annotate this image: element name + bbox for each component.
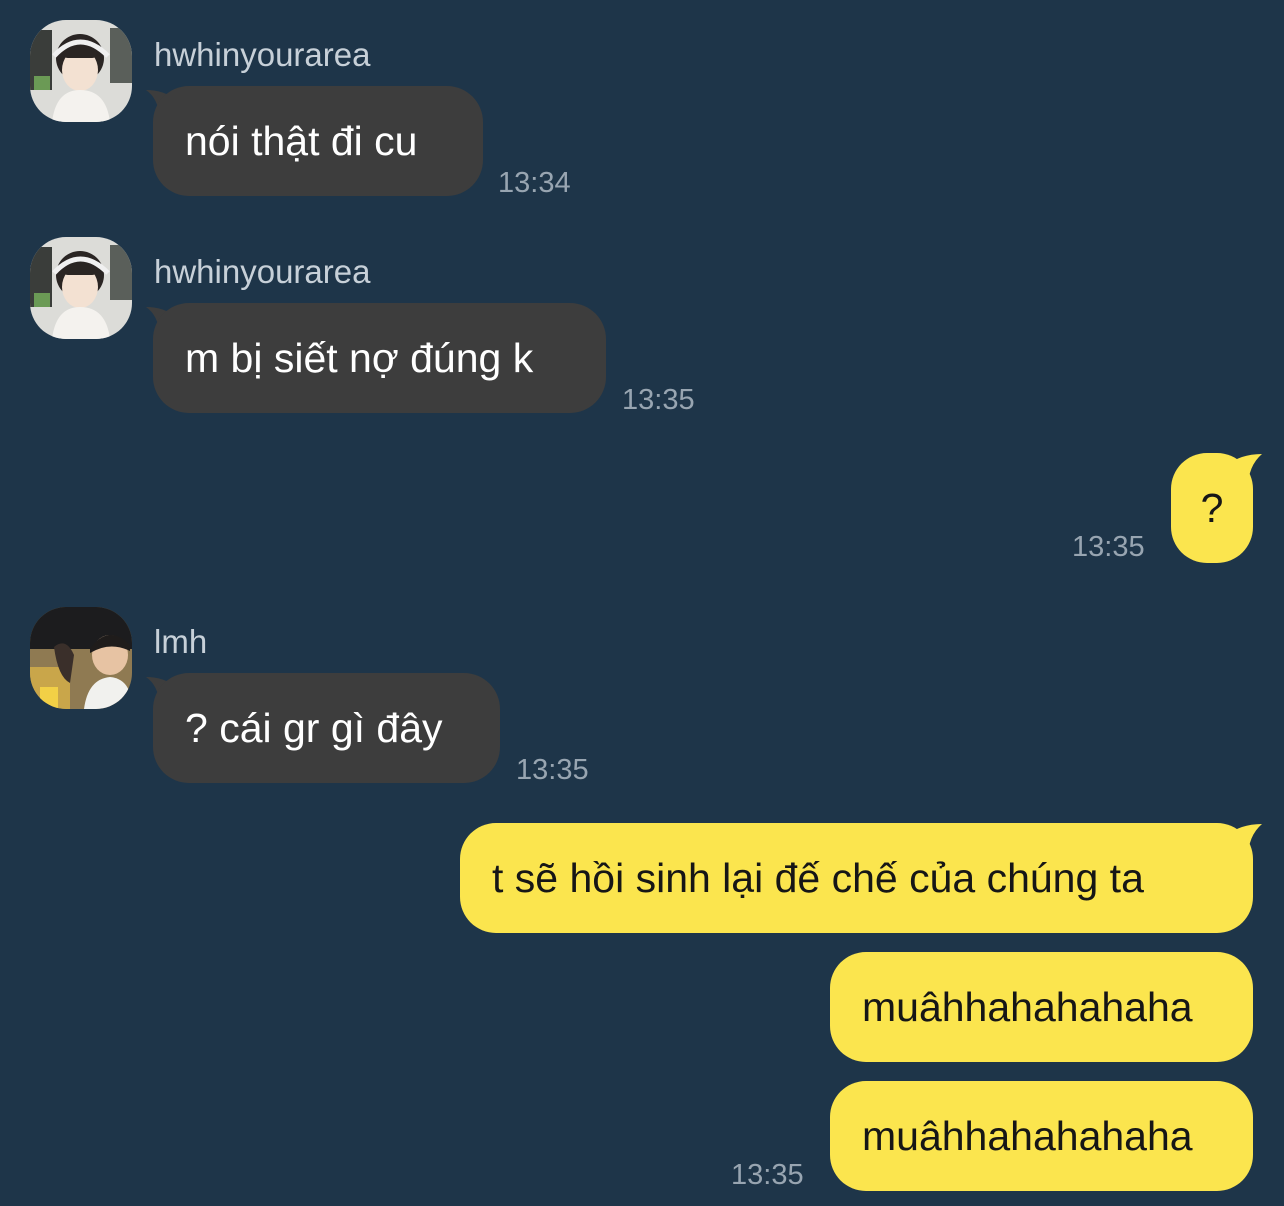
message-timestamp: 13:35 [622, 384, 695, 416]
message-bubble-outgoing[interactable]: ? [1171, 453, 1253, 563]
message-bubble-outgoing[interactable]: muâhhahahahaha [830, 1081, 1253, 1191]
sender-name: hwhinyourarea [154, 36, 371, 73]
avatar-lmh[interactable] [30, 607, 132, 709]
sender-name: hwhinyourarea [154, 253, 371, 290]
message-bubble-incoming[interactable]: m bị siết nợ đúng k [153, 303, 606, 413]
profile-photo [30, 237, 132, 339]
message-timestamp: 13:35 [516, 754, 589, 786]
avatar-hwhinyourarea[interactable] [30, 20, 132, 122]
message-timestamp: 13:35 [731, 1159, 804, 1191]
message-bubble-incoming[interactable]: ? cái gr gì đây [153, 673, 500, 783]
profile-photo [30, 607, 132, 709]
message-timestamp: 13:35 [1072, 531, 1145, 563]
message-bubble-incoming[interactable]: nói thật đi cu [153, 86, 483, 196]
message-bubble-outgoing[interactable]: t sẽ hồi sinh lại đế chế của chúng ta [460, 823, 1253, 933]
message-timestamp: 13:34 [498, 167, 571, 199]
chat-screen: { "messages": [ {"sender": "hwhinyourare… [0, 0, 1284, 1206]
profile-photo [30, 20, 132, 122]
avatar-hwhinyourarea[interactable] [30, 237, 132, 339]
sender-name: lmh [154, 623, 208, 660]
message-bubble-outgoing[interactable]: muâhhahahahaha [830, 952, 1253, 1062]
